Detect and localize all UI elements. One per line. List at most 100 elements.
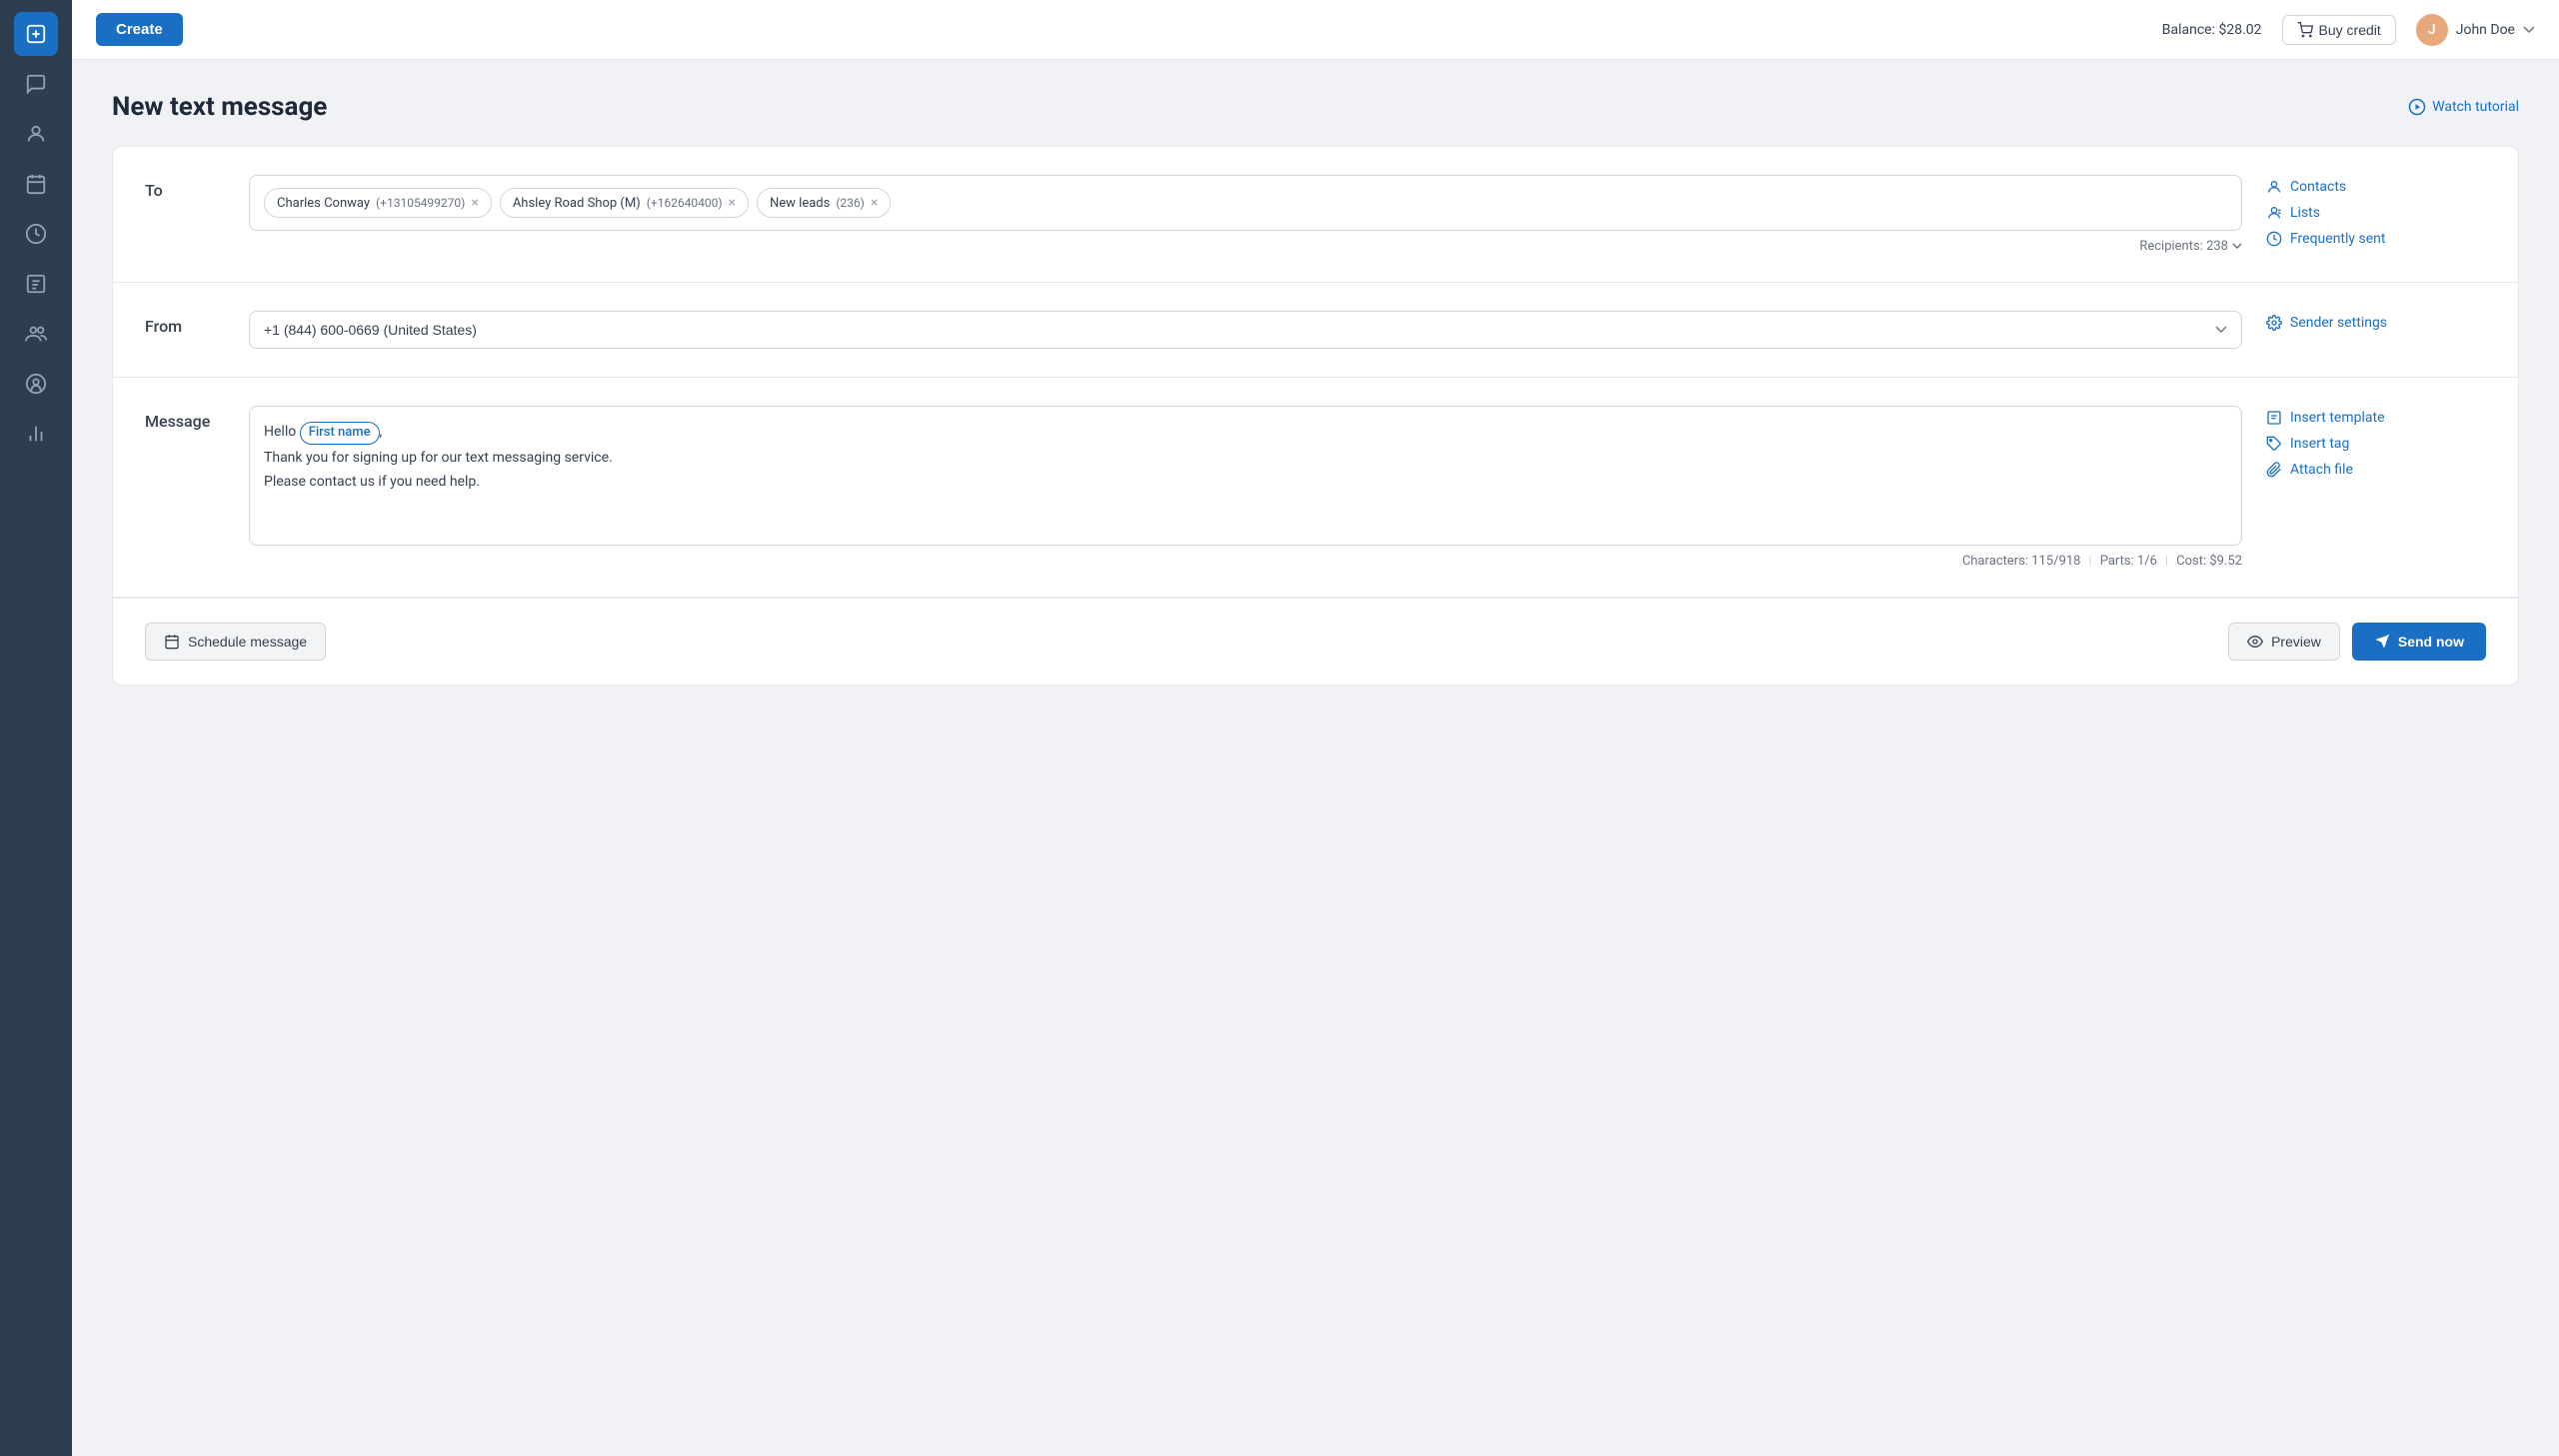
tag-ahsley-number: (+162640400) (647, 196, 723, 210)
recipients-count: Recipients: 238 (2139, 239, 2228, 254)
paperclip-icon (2266, 462, 2282, 478)
preview-button[interactable]: Preview (2228, 623, 2340, 661)
insert-tag-action[interactable]: Insert tag (2266, 436, 2486, 452)
watch-tutorial-link[interactable]: Watch tutorial (2408, 98, 2519, 116)
sidebar-item-analytics[interactable] (14, 412, 58, 456)
to-section: To Charles Conway (+13105499270) × Ahsle… (113, 147, 2518, 283)
eye-icon (2247, 634, 2263, 650)
message-comma: , (380, 424, 383, 440)
sidebar-item-compose[interactable] (14, 12, 58, 56)
page-title: New text message (112, 92, 327, 122)
list-icon (2266, 205, 2282, 221)
message-line-2: Thank you for signing up for our text me… (264, 447, 2227, 469)
chevron-down-icon (2523, 26, 2535, 34)
message-label: Message (145, 406, 225, 569)
create-button[interactable]: Create (96, 13, 183, 46)
preview-label: Preview (2271, 634, 2321, 650)
buy-credit-label: Buy credit (2319, 22, 2381, 38)
main-content: Create Balance: $28.02 Buy credit J John… (72, 0, 2559, 1456)
tag-charles-remove[interactable]: × (471, 196, 478, 210)
sidebar-item-team[interactable] (14, 312, 58, 356)
watch-tutorial-label: Watch tutorial (2432, 99, 2519, 115)
sidebar (0, 0, 72, 1456)
clock-icon (2266, 231, 2282, 247)
tag-charles-name: Charles Conway (277, 196, 370, 211)
message-stats: Characters: 115/918 | Parts: 1/6 | Cost:… (249, 554, 2242, 569)
message-hello: Hello (264, 424, 300, 440)
tag-newleads-number: (236) (836, 196, 865, 210)
frequently-sent-label: Frequently sent (2290, 231, 2385, 247)
stat-cost: Cost: $9.52 (2176, 554, 2242, 569)
tag-ahsley: Ahsley Road Shop (M) (+162640400) × (500, 188, 749, 218)
stat-parts: Parts: 1/6 (2100, 554, 2157, 569)
schedule-button[interactable]: Schedule message (145, 623, 326, 661)
message-line-3: Please contact us if you need help. (264, 471, 2227, 493)
lists-action-label: Lists (2290, 205, 2320, 221)
tag-charles-number: (+13105499270) (376, 196, 465, 210)
attach-file-label: Attach file (2290, 462, 2353, 478)
message-box[interactable]: Hello First name, Thank you for signing … (249, 406, 2242, 546)
sidebar-item-contacts[interactable] (14, 112, 58, 156)
attach-file-action[interactable]: Attach file (2266, 462, 2486, 478)
tag-icon (2266, 436, 2282, 452)
send-button[interactable]: Send now (2352, 623, 2486, 661)
sender-settings-label: Sender settings (2290, 315, 2387, 331)
firstname-tag[interactable]: First name (300, 422, 380, 445)
tag-ahsley-remove[interactable]: × (729, 196, 736, 210)
message-actions: Insert template Insert tag Attach file (2266, 406, 2486, 569)
recipients-chevron-icon (2232, 243, 2242, 250)
stat-sep-2: | (2165, 554, 2168, 569)
contacts-action-label: Contacts (2290, 179, 2346, 195)
calendar-icon (164, 634, 180, 650)
frequently-sent-action[interactable]: Frequently sent (2266, 231, 2486, 247)
tag-newleads-remove[interactable]: × (871, 196, 878, 210)
send-icon (2374, 634, 2390, 650)
insert-template-action[interactable]: Insert template (2266, 410, 2486, 426)
schedule-label: Schedule message (188, 634, 307, 650)
contacts-action[interactable]: Contacts (2266, 179, 2486, 195)
page-header: New text message Watch tutorial (112, 92, 2519, 122)
recipients-tags[interactable]: Charles Conway (+13105499270) × Ahsley R… (249, 175, 2242, 231)
buy-credit-button[interactable]: Buy credit (2282, 15, 2396, 45)
sidebar-item-account[interactable] (14, 362, 58, 406)
message-section: Message Hello First name, Thank you for … (113, 378, 2518, 598)
tag-newleads-name: New leads (770, 196, 830, 211)
stat-sep-1: | (2089, 554, 2092, 569)
play-circle-icon (2408, 98, 2426, 116)
sender-settings-action[interactable]: Sender settings (2266, 315, 2486, 331)
tag-ahsley-name: Ahsley Road Shop (M) (513, 196, 641, 211)
from-label: From (145, 311, 225, 349)
to-input-area: Charles Conway (+13105499270) × Ahsley R… (249, 175, 2242, 254)
sidebar-item-history[interactable] (14, 212, 58, 256)
insert-tag-label: Insert tag (2290, 436, 2349, 452)
message-line-1: Hello First name, (264, 421, 2227, 445)
lists-action[interactable]: Lists (2266, 205, 2486, 221)
insert-template-label: Insert template (2290, 410, 2385, 426)
cart-icon (2297, 22, 2313, 38)
tag-newleads: New leads (236) × (757, 188, 891, 218)
tag-charles: Charles Conway (+13105499270) × (264, 188, 492, 218)
from-actions: Sender settings (2266, 311, 2486, 349)
from-input-area: +1 (844) 600-0669 (United States) (249, 311, 2242, 349)
sidebar-item-messages[interactable] (14, 62, 58, 106)
to-actions: Contacts Lists Frequently sent (2266, 175, 2486, 254)
send-actions: Preview Send now (2228, 623, 2486, 661)
topnav: Create Balance: $28.02 Buy credit J John… (72, 0, 2559, 60)
avatar: J (2416, 14, 2448, 46)
balance-display: Balance: $28.02 (2162, 22, 2262, 38)
gear-icon (2266, 315, 2282, 331)
user-menu[interactable]: J John Doe (2416, 14, 2535, 46)
page-body: New text message Watch tutorial To Charl… (72, 60, 2559, 1456)
form-card: To Charles Conway (+13105499270) × Ahsle… (112, 146, 2519, 686)
contact-icon (2266, 179, 2282, 195)
send-label: Send now (2398, 634, 2464, 650)
template-icon (2266, 410, 2282, 426)
sidebar-item-tasks[interactable] (14, 262, 58, 306)
user-name: John Doe (2456, 22, 2515, 38)
sidebar-item-calendar[interactable] (14, 162, 58, 206)
from-select[interactable]: +1 (844) 600-0669 (United States) (249, 311, 2242, 349)
form-footer: Schedule message Preview Send now (113, 598, 2518, 685)
message-input-area: Hello First name, Thank you for signing … (249, 406, 2242, 569)
to-label: To (145, 175, 225, 254)
stat-characters: Characters: 115/918 (1962, 554, 2081, 569)
